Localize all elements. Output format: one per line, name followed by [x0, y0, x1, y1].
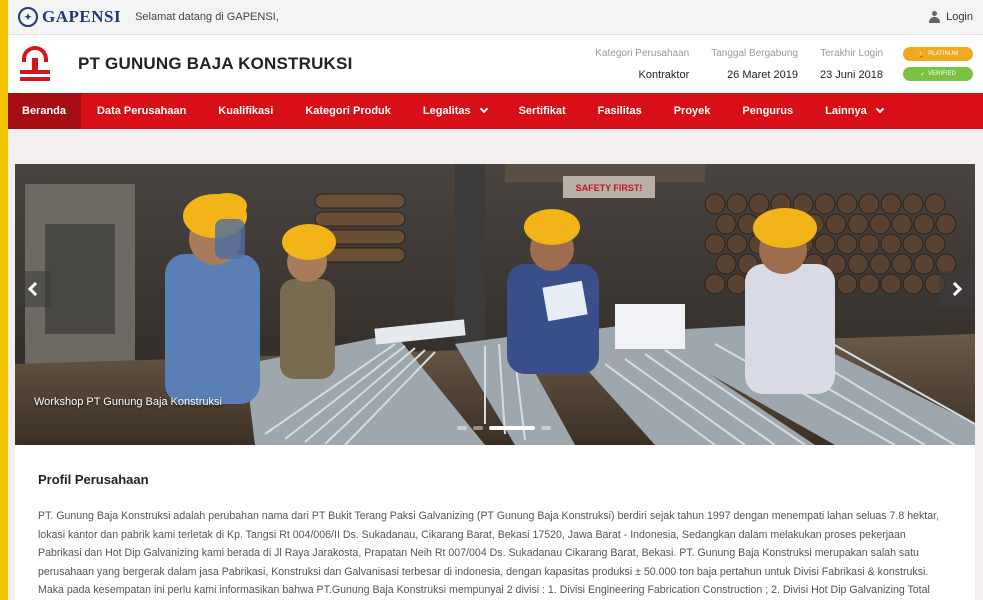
nav-lainnya[interactable]: Lainnya — [809, 93, 899, 129]
nav-beranda[interactable]: Beranda — [8, 93, 82, 129]
company-meta: Kategori Perusahaan Kontraktor Tanggal B… — [595, 48, 883, 81]
carousel-caption: Workshop PT Gunung Baja Konstruksi — [34, 396, 222, 408]
carousel-next-button[interactable] — [939, 271, 975, 307]
main-nav: Beranda Data Perusahaan Kualifikasi Kate… — [8, 93, 983, 129]
profile-text: PT. Gunung Baja Konstruksi adalah peruba… — [38, 510, 940, 596]
top-bar: ✦ GAPENSI Selamat datang di GAPENSI, Log… — [8, 0, 983, 35]
profile-section: Profil Perusahaan PT. Gunung Baja Konstr… — [15, 445, 975, 600]
gapensi-wordmark: GAPENSI — [42, 7, 122, 26]
nav-data-perusahaan[interactable]: Data Perusahaan — [81, 93, 202, 129]
company-name: PT GUNUNG BAJA KONSTRUKSI — [78, 54, 353, 73]
page: ✦ GAPENSI Selamat datang di GAPENSI, Log… — [8, 0, 983, 600]
user-icon — [929, 11, 941, 23]
nav-kualifikasi[interactable]: Kualifikasi — [202, 93, 289, 129]
chevron-left-icon — [27, 281, 43, 297]
carousel-prev-button[interactable] — [15, 271, 51, 307]
login-label: Login — [946, 11, 973, 23]
meta-join-date: Tanggal Bergabung 26 Maret 2019 — [711, 47, 798, 81]
carousel-dot[interactable] — [541, 426, 551, 430]
safety-sign-text: SAFETY FIRST! — [576, 183, 643, 193]
status-badges: 🏆 Platinum ✓ Verified — [903, 47, 973, 81]
chevron-down-icon — [875, 104, 884, 114]
chevron-right-icon — [947, 281, 963, 297]
welcome-text: Selamat datang di GAPENSI, — [135, 11, 279, 23]
nav-proyek[interactable]: Proyek — [658, 93, 727, 129]
nav-pengurus[interactable]: Pengurus — [726, 93, 809, 129]
meta-last-login: Terakhir Login 23 Juni 2018 — [820, 47, 883, 81]
meta-category: Kategori Perusahaan Kontraktor — [595, 47, 690, 81]
chevron-down-icon — [479, 104, 488, 114]
carousel-dot[interactable] — [473, 426, 483, 430]
verified-badge: ✓ Verified — [903, 67, 973, 81]
trophy-icon: 🏆 — [917, 51, 926, 58]
carousel-indicators — [457, 426, 551, 430]
login-link[interactable]: Login — [929, 11, 973, 23]
company-logo-icon — [18, 44, 58, 84]
carousel-dot[interactable] — [457, 426, 467, 430]
carousel-dot-active[interactable] — [489, 426, 535, 430]
profile-title: Profil Perusahaan — [38, 472, 149, 487]
nav-sertifikat[interactable]: Sertifikat — [503, 93, 582, 129]
nav-kategori-produk[interactable]: Kategori Produk — [289, 93, 407, 129]
nav-legalitas[interactable]: Legalitas — [407, 93, 503, 129]
company-header: PT GUNUNG BAJA KONSTRUKSI Kategori Perus… — [8, 35, 983, 93]
platinum-badge: 🏆 Platinum — [903, 47, 973, 61]
nav-fasilitas[interactable]: Fasilitas — [582, 93, 658, 129]
gapensi-logo[interactable]: ✦ GAPENSI — [18, 7, 121, 27]
gapensi-seal-icon: ✦ — [18, 7, 38, 27]
image-carousel[interactable]: SAFETY FIRST! Workshop PT Gunung Baja Ko… — [15, 164, 975, 445]
check-circle-icon: ✓ — [920, 71, 926, 78]
